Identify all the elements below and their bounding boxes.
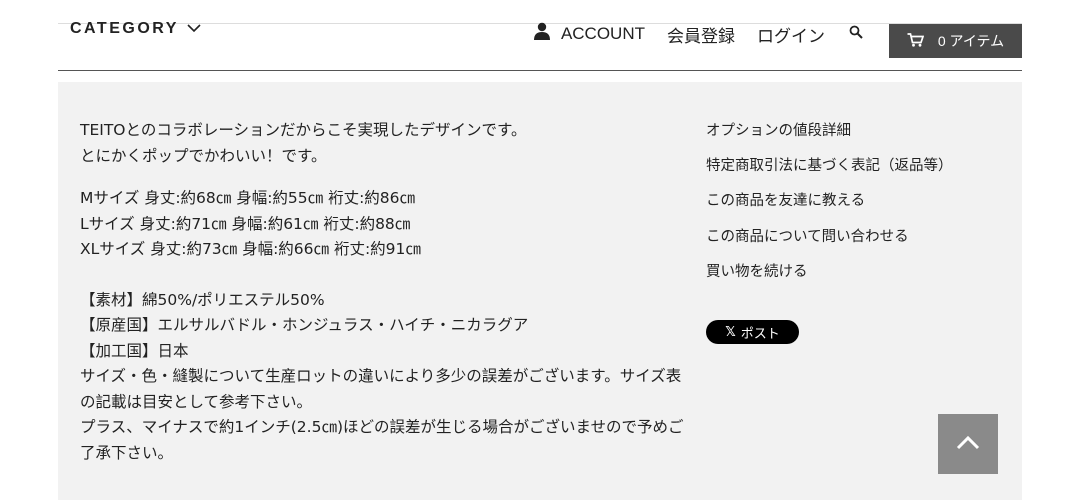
size-line: XLサイズ 身丈:約73㎝ 身幅:約66㎝ 裄丈:約91㎝ (80, 240, 421, 258)
processing-line: 【加工国】日本 (80, 341, 189, 360)
search-button[interactable] (849, 24, 863, 44)
back-to-top-button[interactable] (938, 414, 998, 474)
intro-line: TEITOとのコラボレーションだからこそ実現したデザインです。 (80, 121, 527, 139)
product-links: オプションの値段詳細 特定商取引法に基づく表記（返品等） この商品を友達に教える… (706, 118, 953, 294)
size-note: サイズ・色・縫製について生産ロットの違いにより多少の誤差がございます。サイズ表の… (80, 367, 682, 411)
size-line: Lサイズ 身丈:約71㎝ 身幅:約61㎝ 裄丈:約88㎝ (80, 214, 411, 233)
product-detail-panel: TEITOとのコラボレーションだからこそ実現したデザインです。 とにかくポップで… (58, 82, 1022, 500)
account-label: ACCOUNT (560, 23, 645, 43)
category-menu[interactable]: CATEGORY (70, 20, 201, 38)
cart-button[interactable]: 0 アイテム (889, 24, 1022, 58)
origin-line: 【原産国】エルサルバドル・ホンジュラス・ハイチ・ニカラグア (80, 316, 529, 334)
header-divider (58, 70, 1022, 71)
inquiry-link[interactable]: この商品について問い合わせる (706, 224, 953, 259)
intro-line: とにかくポップでかわいい！です。 (80, 146, 327, 165)
x-logo-icon: 𝕏 (725, 324, 736, 340)
tolerance-note: プラス、マイナスで約1インチ(2.5㎝)ほどの誤差が生じる場合がございませので予… (80, 418, 684, 462)
site-header: CATEGORY ACCOUNT 会員登録 ログイン 0 アイテム (58, 0, 1022, 70)
tell-friend-link[interactable]: この商品を友達に教える (706, 188, 953, 223)
chevron-up-icon (956, 435, 980, 454)
search-icon (849, 24, 863, 44)
product-description: TEITOとのコラボレーションだからこそ実現したデザインです。 とにかくポップで… (80, 118, 690, 466)
size-line: Mサイズ 身丈:約68㎝ 身幅:約55㎝ 裄丈:約86㎝ (80, 189, 416, 207)
header-nav: ACCOUNT 会員登録 ログイン 0 アイテム (533, 0, 1022, 58)
legal-notice-link[interactable]: 特定商取引法に基づく表記（返品等） (706, 153, 953, 188)
material-line: 【素材】綿50%/ポリエステル50% (80, 290, 325, 309)
user-icon (533, 22, 551, 45)
post-label: ポスト (740, 326, 780, 342)
cart-label: 0 アイテム (937, 33, 1005, 49)
register-link[interactable]: 会員登録 (667, 22, 735, 47)
continue-shopping-link[interactable]: 買い物を続ける (706, 259, 953, 294)
x-post-button[interactable]: 𝕏 ポスト (706, 320, 799, 344)
chevron-down-icon (187, 20, 201, 37)
cart-icon (907, 32, 925, 50)
option-price-link[interactable]: オプションの値段詳細 (706, 118, 953, 153)
category-label: CATEGORY (70, 20, 179, 37)
login-link[interactable]: ログイン (757, 22, 825, 47)
account-link[interactable]: ACCOUNT (533, 22, 645, 45)
